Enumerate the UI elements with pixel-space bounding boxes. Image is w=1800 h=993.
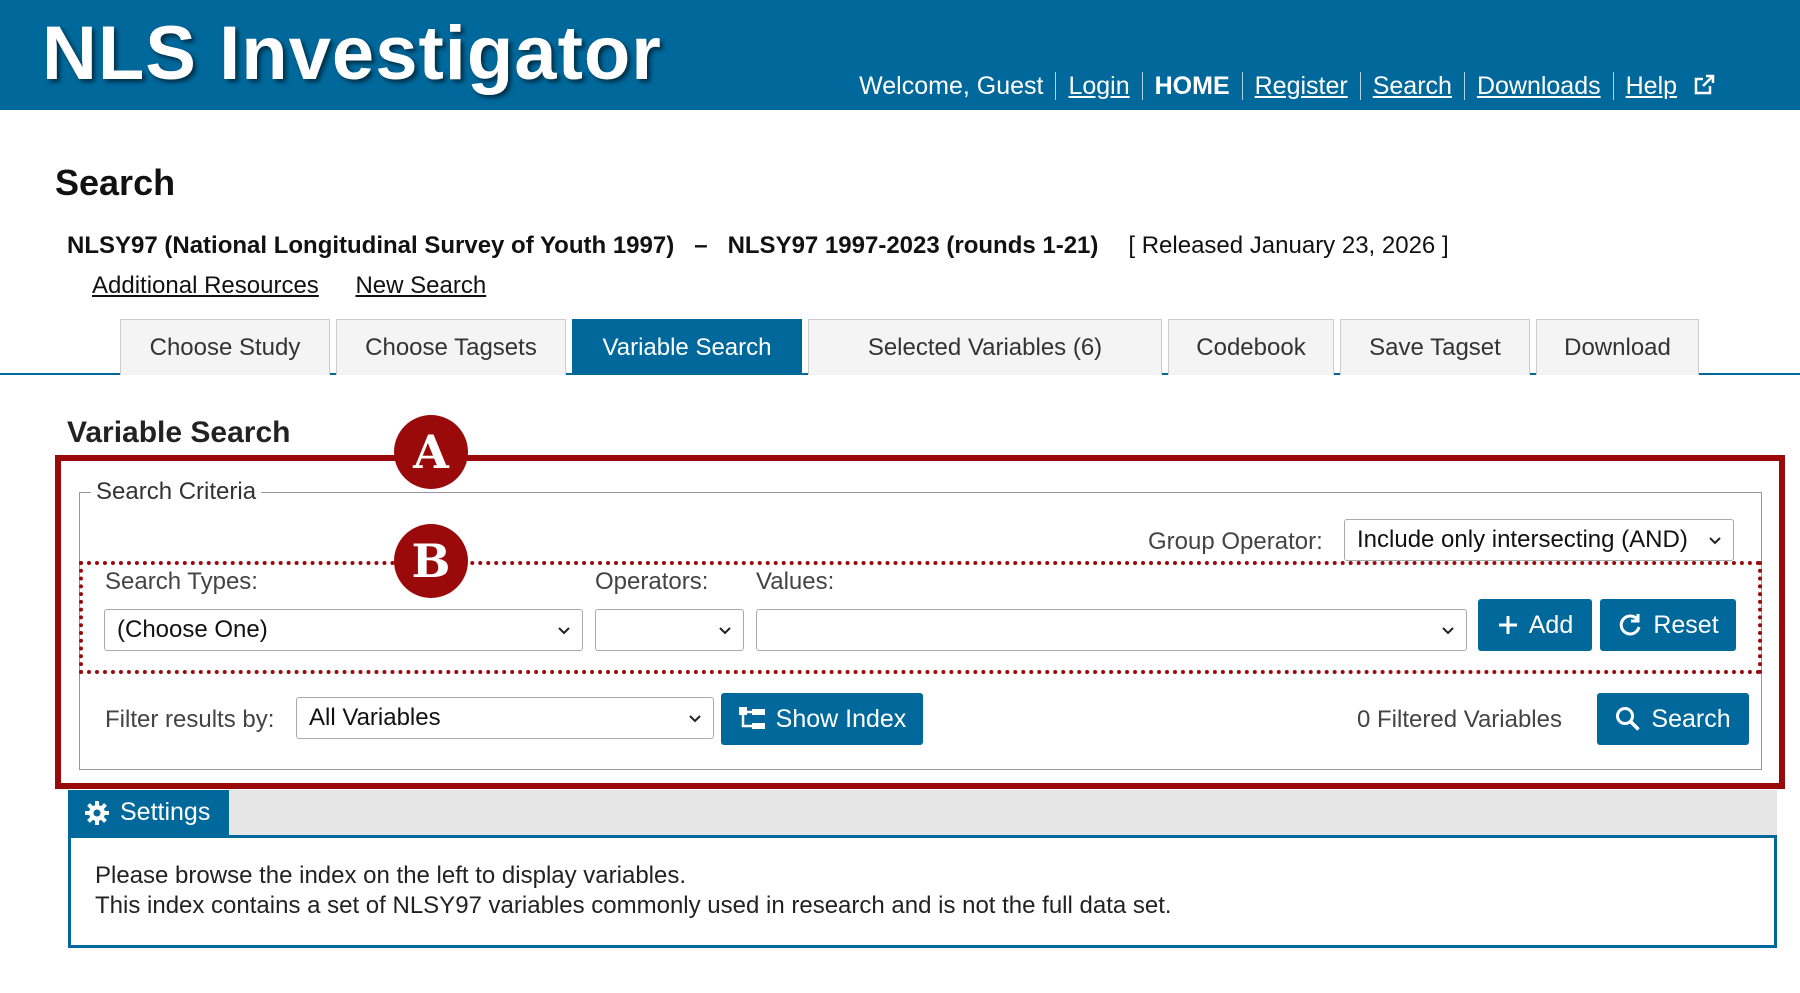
help-link[interactable]: Help (1626, 72, 1677, 100)
filtered-count: 0 Filtered Variables (1357, 706, 1562, 733)
study-name: NLSY97 (National Longitudinal Survey of … (67, 232, 675, 259)
plus-icon (1498, 616, 1517, 634)
site-header: NLS Investigator Welcome, Guest Login HO… (0, 0, 1800, 110)
search-types-label: Search Types: (105, 568, 258, 595)
search-label: Search (1651, 704, 1731, 733)
show-index-label: Show Index (775, 704, 907, 733)
release-name: NLSY97 1997-2023 (rounds 1-21) (727, 232, 1099, 259)
reset-button[interactable]: Reset (1600, 599, 1736, 651)
welcome-text: Welcome, Guest (859, 72, 1044, 100)
home-link[interactable]: HOME (1141, 72, 1242, 100)
tab-bar: Choose Study Choose Tagsets Variable Sea… (0, 318, 1800, 375)
operators-label: Operators: (595, 568, 709, 595)
study-line: NLSY97 (National Longitudinal Survey of … (67, 232, 1449, 260)
release-date: [ Released January 23, 2026 ] (1128, 232, 1449, 259)
tab-codebook[interactable]: Codebook (1168, 319, 1334, 375)
login-link[interactable]: Login (1068, 72, 1129, 100)
settings-label: Settings (120, 798, 211, 826)
page-links: Additional Resources New Search (92, 272, 516, 300)
search-icon (1616, 707, 1641, 731)
group-operator-value: Include only intersecting (AND) (1357, 526, 1688, 553)
search-criteria-legend: Search Criteria (91, 478, 262, 506)
search-link[interactable]: Search (1373, 72, 1452, 100)
gear-icon (85, 800, 109, 825)
app-title: NLS Investigator (42, 11, 662, 96)
chevron-down-icon (719, 627, 731, 635)
filter-label: Filter results by: (105, 706, 275, 733)
tree-index-icon (738, 707, 765, 729)
annotation-marker-a: A (394, 415, 468, 489)
new-search-link[interactable]: New Search (355, 272, 486, 299)
operators-select[interactable] (595, 609, 744, 651)
top-nav: Welcome, Guest Login HOME Register Searc… (847, 72, 1728, 100)
reset-label: Reset (1653, 610, 1719, 639)
variable-search-title: Variable Search (67, 416, 291, 449)
chevron-down-icon (1442, 627, 1454, 635)
values-label: Values: (756, 568, 835, 595)
group-operator-select[interactable]: Include only intersecting (AND) (1344, 519, 1734, 561)
external-link-icon (1694, 74, 1715, 95)
page-title: Search (55, 162, 176, 203)
tab-variable-search[interactable]: Variable Search (572, 319, 802, 375)
filter-value: All Variables (309, 704, 441, 731)
chevron-down-icon (1709, 537, 1721, 545)
reset-icon (1620, 614, 1641, 636)
settings-tab[interactable]: Settings (68, 790, 229, 835)
tab-choose-tagsets[interactable]: Choose Tagsets (336, 319, 566, 375)
search-types-value: (Choose One) (117, 616, 268, 643)
search-types-select[interactable]: (Choose One) (104, 609, 583, 651)
tab-save-tagset[interactable]: Save Tagset (1340, 319, 1530, 375)
show-index-button[interactable]: Show Index (721, 693, 923, 745)
info-line-2: This index contains a set of NLSY97 vari… (95, 892, 1172, 919)
annotation-marker-b: B (394, 524, 468, 598)
search-button[interactable]: Search (1597, 693, 1749, 745)
downloads-link[interactable]: Downloads (1477, 72, 1601, 100)
study-dash: – (694, 232, 708, 259)
tab-selected-variables[interactable]: Selected Variables (6) (808, 319, 1162, 375)
values-select[interactable] (756, 609, 1467, 651)
additional-resources-link[interactable]: Additional Resources (92, 272, 319, 299)
settings-bar (68, 790, 1777, 835)
tab-choose-study[interactable]: Choose Study (120, 319, 330, 375)
tab-download[interactable]: Download (1536, 319, 1699, 375)
register-link[interactable]: Register (1255, 72, 1348, 100)
group-operator-label: Group Operator: (1148, 528, 1323, 555)
add-label: Add (1528, 610, 1574, 639)
chevron-down-icon (558, 627, 570, 635)
filter-select[interactable]: All Variables (296, 697, 714, 739)
chevron-down-icon (689, 715, 701, 723)
add-button[interactable]: Add (1478, 599, 1592, 651)
help-link-wrap[interactable]: Help (1612, 72, 1728, 100)
info-line-1: Please browse the index on the left to d… (95, 862, 687, 889)
